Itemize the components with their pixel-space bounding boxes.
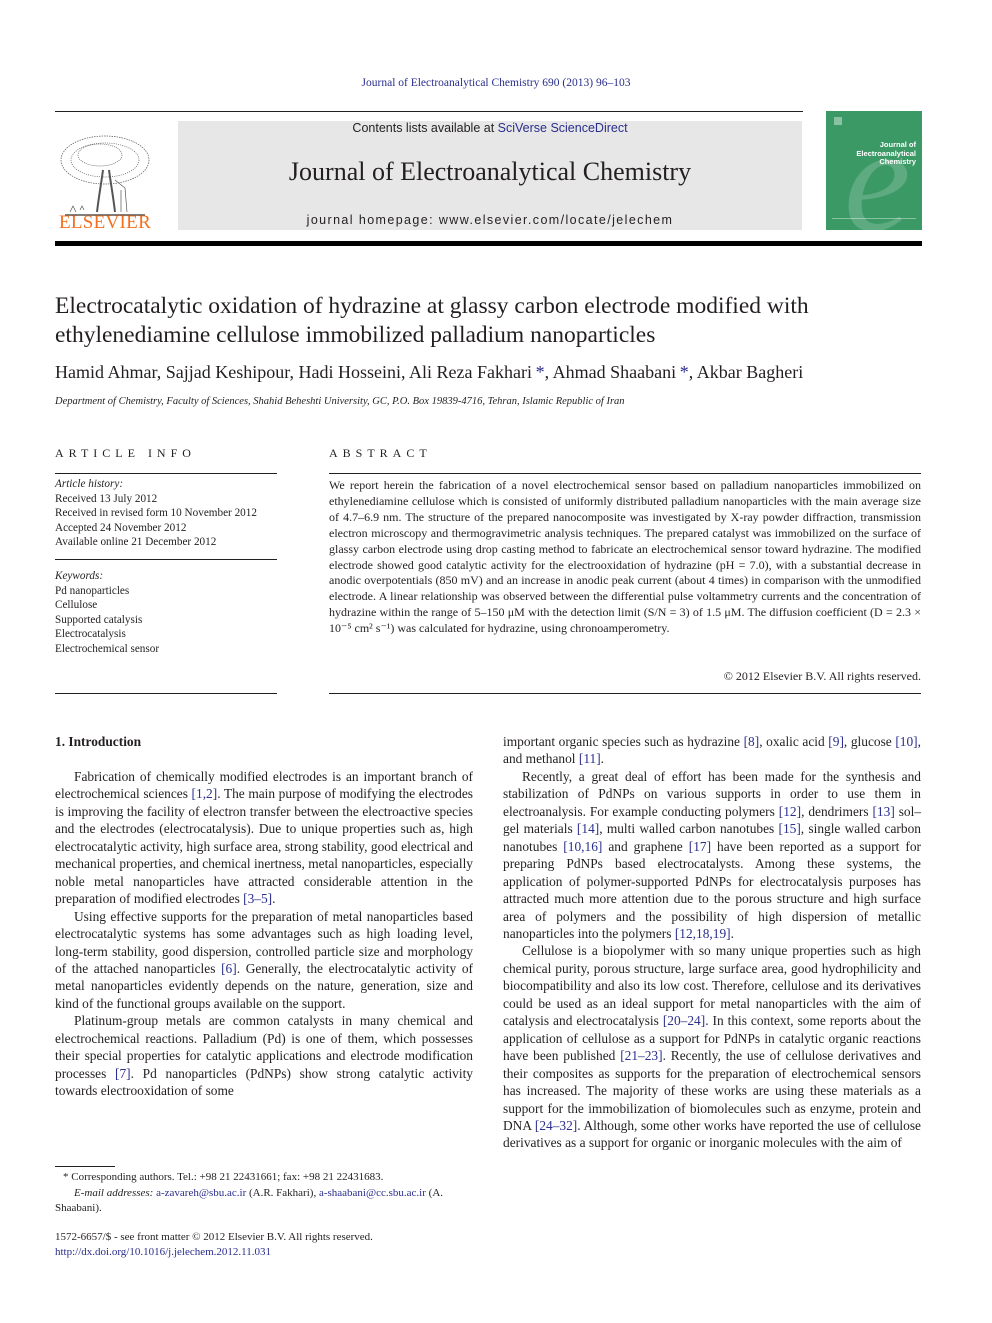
paragraph: Cellulose is a biopolymer with so many u…: [503, 943, 922, 1151]
contents-prefix: Contents lists available at: [352, 121, 498, 135]
email-link[interactable]: a-zavareh@sbu.ac.ir: [156, 1187, 246, 1199]
paragraph: Using effective supports for the prepara…: [55, 908, 473, 1011]
abstract-copyright: © 2012 Elsevier B.V. All rights reserved…: [723, 669, 921, 683]
history-item: Available online 21 December 2012: [55, 536, 217, 548]
body-column-right: important organic species such as hydraz…: [503, 733, 921, 1152]
cover-title: Journal of Electroanalytical Chemistry: [856, 140, 916, 167]
citation-link[interactable]: [6]: [221, 961, 237, 976]
email-label: E-mail addresses:: [74, 1186, 154, 1199]
citation-link[interactable]: [9]: [828, 734, 844, 749]
citation-link[interactable]: [12,18,19]: [675, 926, 731, 941]
citation-link[interactable]: [17]: [689, 839, 711, 854]
doi-link[interactable]: http://dx.doi.org/10.1016/j.jelechem.201…: [55, 1245, 373, 1260]
author[interactable]: Ahmad Shaabani: [553, 362, 676, 382]
corresponding-note: * Corresponding authors. Tel.: +98 21 22…: [63, 1171, 384, 1183]
author[interactable]: Hadi Hosseini: [299, 362, 402, 382]
article-title: Electrocatalytic oxidation of hydrazine …: [55, 293, 809, 348]
header-thick-rule: [55, 241, 922, 246]
history-item: Accepted 24 November 2012: [55, 521, 187, 534]
cover-footer: [832, 218, 916, 224]
history-item: Received 13 July 2012: [55, 492, 158, 505]
homepage-link[interactable]: www.elsevier.com/locate/jelechem: [439, 213, 673, 227]
author[interactable]: Akbar Bagheri: [697, 362, 803, 382]
author[interactable]: Hamid Ahmar: [55, 362, 157, 382]
cover-logo-icon: [834, 117, 842, 125]
citation-link[interactable]: [8]: [744, 734, 760, 749]
keyword: Cellulose: [55, 599, 98, 611]
citation-link[interactable]: [15]: [778, 821, 800, 836]
journal-masthead: Contents lists available at SciVerse Sci…: [178, 121, 802, 230]
running-head[interactable]: Journal of Electroanalytical Chemistry 6…: [0, 77, 992, 89]
article-info-bottom-rule: [55, 693, 277, 694]
citation-link[interactable]: [7]: [115, 1066, 131, 1081]
abstract-heading: ABSTRACT: [329, 446, 432, 460]
keywords-label: Keywords:: [55, 570, 104, 582]
sciencedirect-link[interactable]: SciVerse ScienceDirect: [498, 121, 628, 135]
elsevier-wordmark: ELSEVIER: [58, 212, 152, 233]
citation-link[interactable]: [1,2]: [192, 786, 218, 801]
keywords-rule: [55, 559, 277, 560]
affiliation: Department of Chemistry, Faculty of Scie…: [55, 396, 625, 407]
citation-link[interactable]: [24–32]: [535, 1118, 577, 1133]
top-divider: [55, 111, 803, 112]
homepage-label: journal homepage:: [306, 213, 439, 227]
email-owner: (A.R. Fakhari),: [246, 1186, 319, 1199]
journal-title: Journal of Electroanalytical Chemistry: [288, 157, 692, 186]
issn-line: 1572-6657/$ - see front matter © 2012 El…: [55, 1231, 373, 1243]
citation-link[interactable]: [3–5]: [243, 891, 272, 906]
email-link[interactable]: a-shaabani@cc.sbu.ac.ir: [319, 1187, 426, 1199]
paragraph: Fabrication of chemically modified elect…: [55, 769, 474, 907]
abstract-bottom-rule: [329, 693, 921, 694]
citation-link[interactable]: [10]: [895, 734, 917, 749]
issn-block: 1572-6657/$ - see front matter © 2012 El…: [55, 1230, 373, 1259]
keyword: Electrochemical sensor: [55, 642, 160, 655]
keyword: Pd nanoparticles: [55, 584, 130, 597]
contents-line: Contents lists available at SciVerse Sci…: [178, 121, 802, 135]
citation-link[interactable]: [12]: [779, 804, 801, 819]
corresponding-author-marker[interactable]: *: [532, 362, 545, 382]
keyword: Supported catalysis: [55, 613, 143, 626]
history-item: Received in revised form 10 November 201…: [55, 507, 257, 519]
citation-link[interactable]: [14]: [577, 821, 599, 836]
journal-homepage: journal homepage: www.elsevier.com/locat…: [178, 213, 802, 227]
section-heading-introduction: 1. Introduction: [55, 734, 142, 749]
article-history: Article history: Received 13 July 2012 R…: [55, 477, 257, 550]
citation-link[interactable]: [13]: [872, 804, 894, 819]
citation-link[interactable]: [10,16]: [563, 839, 602, 854]
footnote-rule: [55, 1166, 115, 1167]
abstract-text: We report herein the fabrication of a no…: [329, 478, 921, 636]
citation-link[interactable]: [20–24]: [663, 1013, 705, 1028]
keywords: Keywords: Pd nanoparticles Cellulose Sup…: [55, 569, 159, 656]
history-label: Article history:: [55, 478, 124, 490]
footnote: * Corresponding authors. Tel.: +98 21 22…: [55, 1170, 475, 1217]
cover-title-line: Chemistry: [879, 157, 916, 167]
author[interactable]: Sajjad Keshipour: [166, 362, 290, 382]
paragraph: Platinum-group metals are common catalys…: [55, 1013, 473, 1099]
article-info-heading: ARTICLE INFO: [55, 446, 196, 460]
citation-link[interactable]: [11]: [579, 751, 601, 766]
abstract-rule: [329, 473, 921, 474]
citation-link[interactable]: [21–23]: [620, 1048, 662, 1063]
corresponding-author-marker[interactable]: *: [676, 362, 689, 382]
cover-e-glyph-icon: e: [844, 111, 911, 230]
body-column-left: Fabrication of chemically modified elect…: [55, 768, 473, 1100]
paragraph: important organic species such as hydraz…: [503, 734, 921, 767]
email-note: E-mail addresses: a-zavareh@sbu.ac.ir (A…: [55, 1186, 475, 1217]
author[interactable]: Ali Reza Fakhari: [409, 362, 532, 382]
paragraph: Recently, a great deal of effort has bee…: [503, 768, 922, 941]
journal-cover-thumbnail[interactable]: e Journal of Electroanalytical Chemistry: [826, 111, 922, 230]
article-info-rule: [55, 473, 277, 474]
keyword: Electrocatalysis: [55, 628, 126, 640]
author-list: Hamid Ahmar, Sajjad Keshipour, Hadi Hoss…: [55, 362, 804, 382]
